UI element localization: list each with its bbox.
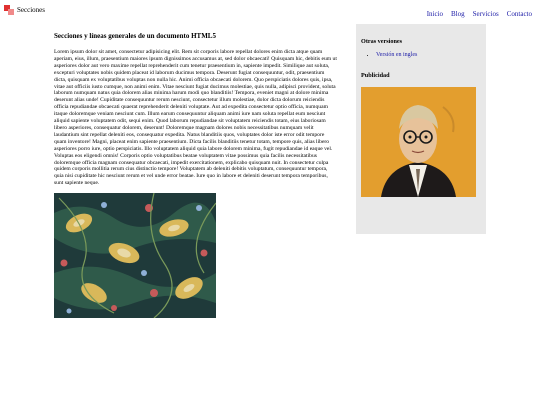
nav-link-blog[interactable]: Blog bbox=[451, 10, 465, 18]
article-body: Lorem ipsum dolor sit amet, consectetur … bbox=[54, 49, 337, 187]
article-title: Secciones y líneas generales de un docum… bbox=[54, 32, 216, 40]
main-nav: Inicio Blog Servicios Contacto bbox=[427, 10, 532, 18]
other-versions-list: Versión en ingles bbox=[369, 52, 417, 58]
english-version-link[interactable]: Versión en ingles bbox=[376, 52, 417, 58]
nav-link-servicios[interactable]: Servicios bbox=[473, 10, 499, 18]
other-versions-heading: Otras versiones bbox=[361, 38, 403, 45]
list-item: Versión en ingles bbox=[376, 52, 417, 58]
ads-heading: Publicidad bbox=[361, 72, 390, 79]
logo-text: Secciones bbox=[17, 6, 45, 14]
nav-link-inicio[interactable]: Inicio bbox=[427, 10, 443, 18]
sidebar: Otras versiones Versión en ingles Public… bbox=[356, 24, 486, 234]
floral-wallpaper-image bbox=[54, 193, 216, 319]
nav-link-contacto[interactable]: Contacto bbox=[507, 10, 532, 18]
logo-icon bbox=[4, 5, 14, 15]
advertisement-portrait-image[interactable] bbox=[361, 87, 476, 197]
main-article: Secciones y líneas generales de un docum… bbox=[54, 32, 337, 319]
site-logo[interactable]: Secciones bbox=[4, 5, 45, 15]
